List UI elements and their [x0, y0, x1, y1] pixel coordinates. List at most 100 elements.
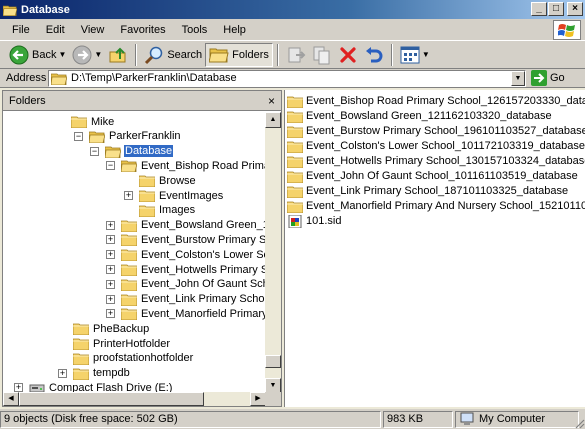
toolbar-separator [276, 43, 279, 66]
up-folder-button[interactable] [105, 43, 131, 67]
tree-item[interactable]: Event_Link Primary School_1871011 [121, 292, 266, 307]
collapse-icon[interactable]: − [74, 131, 83, 141]
menu-file[interactable]: File [4, 24, 38, 36]
horizontal-scrollbar[interactable]: ◀ ▶ [3, 392, 266, 406]
vertical-scrollbar[interactable]: ▲ ▼ [265, 112, 281, 394]
scroll-left-button[interactable]: ◀ [3, 392, 19, 406]
resize-grip-icon[interactable] [573, 417, 585, 429]
folder-open-icon [105, 146, 121, 158]
maximize-button[interactable]: □ [548, 2, 564, 16]
expand-icon[interactable]: + [106, 294, 115, 304]
status-bar: 9 objects (Disk free space: 502 GB) 983 … [0, 409, 585, 429]
tree-item[interactable]: Browse [139, 173, 197, 188]
expand-icon[interactable]: + [58, 368, 67, 378]
undo-button[interactable] [361, 43, 387, 67]
folder-icon [287, 201, 303, 213]
folder-icon [287, 171, 303, 183]
tree-item-label: proofstationhotfolder [93, 352, 194, 365]
tree-item[interactable]: Event_Colston's Lower School_1011 [121, 247, 266, 262]
status-objects: 9 objects (Disk free space: 502 GB) [0, 410, 381, 428]
expand-icon[interactable]: + [106, 265, 115, 274]
tree-item[interactable]: Event_Bishop Road Primary School_ [121, 158, 266, 173]
tree-item[interactable]: proofstationhotfolder [73, 351, 194, 366]
tree-item[interactable]: Event_Manorfield Primary And Nurs [121, 306, 266, 321]
folder-icon [121, 279, 137, 291]
back-button[interactable]: Back ▼ [6, 43, 69, 67]
tree-item[interactable]: Images [139, 203, 196, 218]
tree-item[interactable]: tempdb [73, 366, 131, 381]
tree-item[interactable]: PrinterHotfolder [73, 336, 171, 351]
tree-item-label: EventImages [159, 189, 224, 202]
file-item[interactable]: Event_John Of Gaunt School_101161103519_… [287, 169, 578, 183]
scroll-up-button[interactable]: ▲ [265, 112, 281, 128]
folder-tree: Mike − ParkerFranklin − Database − Event_Bisho… [3, 112, 266, 394]
sid-file-icon [288, 214, 302, 228]
file-item[interactable]: Event_Link Primary School_187101103325_d… [287, 184, 568, 198]
tree-item[interactable]: PheBackup [73, 321, 150, 336]
undo-icon [365, 46, 383, 62]
folder-icon [139, 205, 155, 217]
expand-icon[interactable]: + [106, 220, 115, 230]
close-pane-icon[interactable]: × [268, 94, 275, 108]
menu-favorites[interactable]: Favorites [112, 24, 173, 36]
file-item[interactable]: 101.sid [287, 214, 341, 228]
delete-button[interactable] [335, 43, 361, 67]
copy-to-button[interactable] [309, 43, 335, 67]
move-to-button[interactable] [283, 43, 309, 67]
menu-bar: File Edit View Favorites Tools Help [0, 19, 585, 41]
tree-item-label: Images [159, 204, 196, 217]
expand-icon[interactable]: + [106, 250, 115, 260]
forward-button[interactable]: ▼ [69, 43, 105, 67]
folder-icon [121, 220, 137, 232]
address-input[interactable]: D:\Temp\ParkerFranklin\Database ▼ [48, 69, 526, 87]
expand-icon[interactable]: + [106, 235, 115, 245]
expand-icon[interactable]: + [124, 191, 133, 200]
toolbar: Back ▼ ▼ Search Folders ▼ [0, 41, 585, 69]
tree-item[interactable]: Database [105, 144, 175, 159]
collapse-icon[interactable]: − [90, 146, 99, 156]
file-item[interactable]: Event_Burstow Primary School_19610110352… [287, 124, 585, 138]
expand-icon[interactable]: + [106, 309, 115, 319]
collapse-icon[interactable]: − [106, 161, 115, 171]
tree-item[interactable]: Event_Burstow Primary School_196 [121, 232, 266, 247]
file-item[interactable]: Event_Hotwells Primary School_1301571033… [287, 154, 585, 168]
file-item-label: Event_Bowsland Green_121162103320_databa… [306, 110, 552, 122]
views-button[interactable]: ▼ [397, 43, 433, 67]
tree-item[interactable]: ParkerFranklin [89, 129, 182, 144]
go-button[interactable]: Go [531, 70, 565, 86]
menu-help[interactable]: Help [215, 24, 254, 36]
tree-item[interactable]: Event_Hotwells Primary School_130 [121, 262, 266, 277]
file-item[interactable]: Event_Manorfield Primary And Nursery Sch… [287, 199, 585, 213]
scroll-right-button[interactable]: ▶ [250, 392, 266, 406]
menu-view[interactable]: View [73, 24, 113, 36]
close-button[interactable]: × [567, 2, 583, 16]
tree-item-label: tempdb [93, 367, 130, 380]
tree-item[interactable]: Event_John Of Gaunt School_10116 [121, 277, 266, 292]
minimize-button[interactable]: _ [531, 2, 547, 16]
expand-icon[interactable]: + [106, 279, 115, 289]
toolbar-separator [390, 43, 393, 66]
file-item[interactable]: Event_Bowsland Green_121162103320_databa… [287, 109, 552, 123]
tree-item-label: PheBackup [93, 322, 150, 335]
horizontal-scroll-thumb[interactable] [19, 392, 204, 406]
folders-button[interactable]: Folders [205, 42, 273, 67]
scroll-thumb[interactable] [265, 355, 281, 368]
tree-item[interactable]: Event_Bowsland Green_121162103 [121, 218, 266, 233]
menu-tools[interactable]: Tools [174, 24, 216, 36]
chevron-down-icon[interactable]: ▼ [58, 50, 66, 59]
file-item[interactable]: Event_Colston's Lower School_10117210331… [287, 139, 585, 153]
search-button[interactable]: Search [141, 43, 205, 67]
tree-item[interactable]: Mike [71, 114, 115, 129]
address-dropdown-button[interactable]: ▼ [511, 70, 525, 86]
folder-icon [121, 308, 137, 321]
menu-edit[interactable]: Edit [38, 24, 73, 36]
folder-icon [121, 294, 137, 306]
windows-logo-icon [553, 20, 581, 40]
chevron-down-icon[interactable]: ▼ [94, 50, 102, 59]
tree-item[interactable]: EventImages [139, 188, 224, 203]
folder-icon [287, 141, 303, 153]
file-item[interactable]: Event_Bishop Road Primary School_1261572… [287, 94, 585, 108]
chevron-down-icon[interactable]: ▼ [422, 50, 430, 59]
file-item-label: 101.sid [306, 215, 342, 227]
folder-icon [287, 111, 303, 123]
